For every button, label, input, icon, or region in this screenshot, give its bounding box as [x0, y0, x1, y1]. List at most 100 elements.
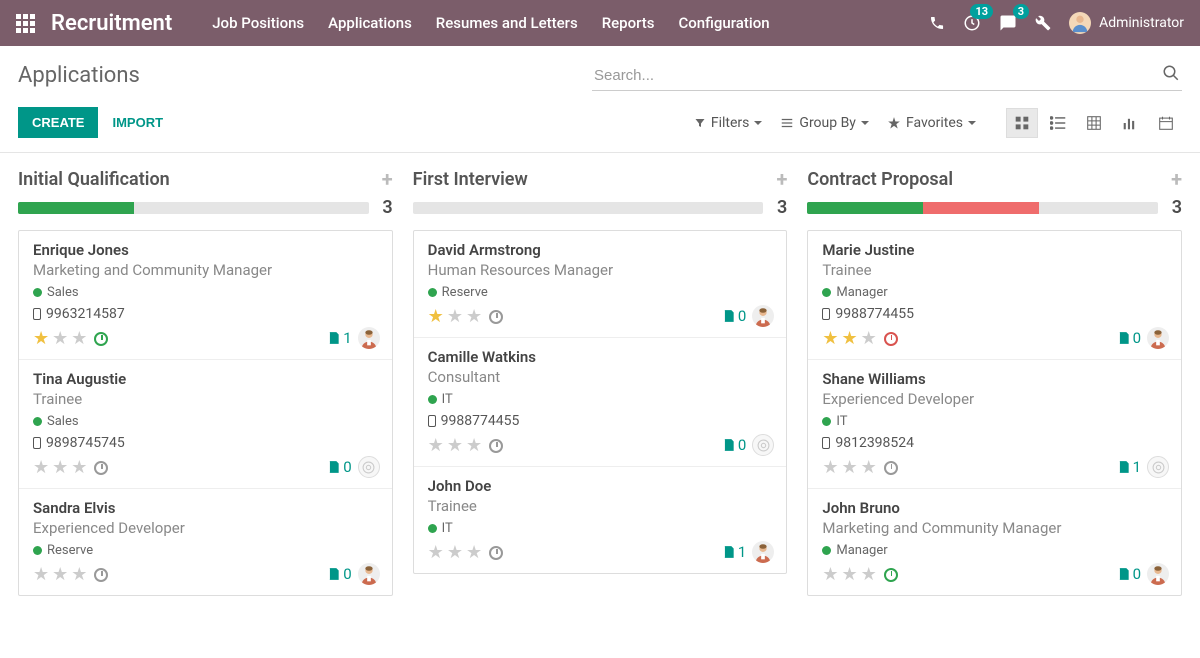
candidate-role: Trainee	[428, 497, 773, 515]
assignee-avatar-empty[interactable]	[752, 434, 774, 456]
star-icon[interactable]: ★	[841, 457, 857, 478]
clock-icon[interactable]	[94, 461, 108, 475]
nav-applications[interactable]: Applications	[328, 14, 412, 32]
star-icon[interactable]: ★	[71, 564, 87, 585]
activities-icon[interactable]: 13	[963, 14, 981, 32]
graph-view-icon[interactable]	[1114, 108, 1146, 138]
kanban-view-icon[interactable]	[1006, 108, 1038, 138]
attachment-count[interactable]: 1	[1117, 458, 1141, 476]
star-icon[interactable]: ★	[447, 306, 463, 327]
tag-dot-icon	[822, 417, 831, 426]
kanban-card[interactable]: Enrique Jones Marketing and Community Ma…	[19, 231, 392, 360]
column-title[interactable]: First Interview	[413, 169, 528, 190]
kanban-card[interactable]: Tina Augustie Trainee Sales 9898745745 ★…	[19, 360, 392, 489]
filters-button[interactable]: Filters	[694, 115, 763, 131]
star-icon[interactable]: ★	[861, 457, 877, 478]
assignee-avatar-empty[interactable]	[358, 456, 380, 478]
attachment-count[interactable]: 0	[722, 307, 746, 325]
candidate-role: Marketing and Community Manager	[33, 261, 378, 279]
attachment-count[interactable]: 1	[722, 543, 746, 561]
attachment-count[interactable]: 0	[327, 458, 351, 476]
star-icon[interactable]: ★	[428, 306, 444, 327]
kanban-card[interactable]: John Bruno Marketing and Community Manag…	[808, 489, 1181, 595]
star-icon[interactable]: ★	[33, 457, 49, 478]
clock-icon[interactable]	[884, 332, 898, 346]
import-button[interactable]: IMPORT	[98, 107, 177, 138]
kanban-card[interactable]: Camille Watkins Consultant IT 9988774455…	[414, 338, 787, 467]
star-icon[interactable]: ★	[466, 306, 482, 327]
assignee-avatar[interactable]	[1147, 563, 1169, 585]
clock-icon[interactable]	[94, 568, 108, 582]
clock-icon[interactable]	[489, 439, 503, 453]
assignee-avatar[interactable]	[1147, 327, 1169, 349]
kanban-card[interactable]: Marie Justine Trainee Manager 9988774455…	[808, 231, 1181, 360]
clock-icon[interactable]	[884, 461, 898, 475]
star-icon[interactable]: ★	[428, 435, 444, 456]
star-icon[interactable]: ★	[466, 435, 482, 456]
add-card-icon[interactable]: +	[382, 167, 393, 191]
kanban-card[interactable]: John Doe Trainee IT ★★★ 1	[414, 467, 787, 573]
star-icon[interactable]: ★	[822, 328, 838, 349]
kanban-card[interactable]: Shane Williams Experienced Developer IT …	[808, 360, 1181, 489]
attachment-count[interactable]: 1	[327, 329, 351, 347]
candidate-role: Experienced Developer	[33, 519, 378, 537]
attachment-count[interactable]: 0	[1117, 565, 1141, 583]
clock-icon[interactable]	[489, 310, 503, 324]
nav-job-positions[interactable]: Job Positions	[212, 14, 304, 32]
star-icon[interactable]: ★	[428, 542, 444, 563]
star-icon[interactable]: ★	[822, 564, 838, 585]
star-icon[interactable]: ★	[841, 328, 857, 349]
app-brand[interactable]: Recruitment	[51, 11, 172, 36]
star-icon[interactable]: ★	[52, 328, 68, 349]
apps-icon[interactable]	[16, 14, 35, 33]
search-input[interactable]	[594, 67, 1162, 84]
nav-configuration[interactable]: Configuration	[679, 14, 770, 32]
star-icon[interactable]: ★	[71, 328, 87, 349]
kanban-card[interactable]: David Armstrong Human Resources Manager …	[414, 231, 787, 338]
add-card-icon[interactable]: +	[776, 167, 787, 191]
star-icon[interactable]: ★	[841, 564, 857, 585]
search-icon[interactable]	[1162, 64, 1180, 86]
nav-reports[interactable]: Reports	[602, 14, 655, 32]
star-icon[interactable]: ★	[52, 564, 68, 585]
star-icon[interactable]: ★	[466, 542, 482, 563]
star-icon[interactable]: ★	[52, 457, 68, 478]
tools-icon[interactable]	[1035, 15, 1051, 31]
attachment-count[interactable]: 0	[722, 436, 746, 454]
messages-icon[interactable]: 3	[999, 14, 1017, 32]
clock-icon[interactable]	[94, 332, 108, 346]
tag-dot-icon	[428, 395, 437, 404]
calendar-view-icon[interactable]	[1150, 108, 1182, 138]
column-title[interactable]: Contract Proposal	[807, 169, 953, 190]
groupby-button[interactable]: Group By	[780, 115, 869, 131]
add-card-icon[interactable]: +	[1171, 167, 1182, 191]
create-button[interactable]: CREATE	[18, 107, 98, 138]
clock-icon[interactable]	[489, 546, 503, 560]
attachment-count[interactable]: 0	[327, 565, 351, 583]
star-icon[interactable]: ★	[71, 457, 87, 478]
assignee-avatar-empty[interactable]	[1147, 456, 1169, 478]
phone-icon[interactable]	[929, 15, 945, 31]
assignee-avatar[interactable]	[358, 327, 380, 349]
star-icon[interactable]: ★	[447, 542, 463, 563]
attachment-count[interactable]: 0	[1117, 329, 1141, 347]
nav-resumes[interactable]: Resumes and Letters	[436, 14, 578, 32]
pivot-view-icon[interactable]	[1078, 108, 1110, 138]
kanban-card[interactable]: Sandra Elvis Experienced Developer Reser…	[19, 489, 392, 595]
star-icon[interactable]: ★	[861, 564, 877, 585]
favorites-button[interactable]: Favorites	[887, 115, 976, 131]
star-icon[interactable]: ★	[822, 457, 838, 478]
assignee-avatar[interactable]	[752, 305, 774, 327]
assignee-avatar[interactable]	[752, 541, 774, 563]
candidate-phone: 9812398524	[822, 435, 1167, 451]
tag-dot-icon	[428, 524, 437, 533]
list-view-icon[interactable]	[1042, 108, 1074, 138]
star-icon[interactable]: ★	[447, 435, 463, 456]
user-menu[interactable]: Administrator	[1069, 12, 1184, 34]
star-icon[interactable]: ★	[33, 328, 49, 349]
column-title[interactable]: Initial Qualification	[18, 169, 170, 190]
star-icon[interactable]: ★	[33, 564, 49, 585]
star-icon[interactable]: ★	[861, 328, 877, 349]
assignee-avatar[interactable]	[358, 563, 380, 585]
clock-icon[interactable]	[884, 568, 898, 582]
